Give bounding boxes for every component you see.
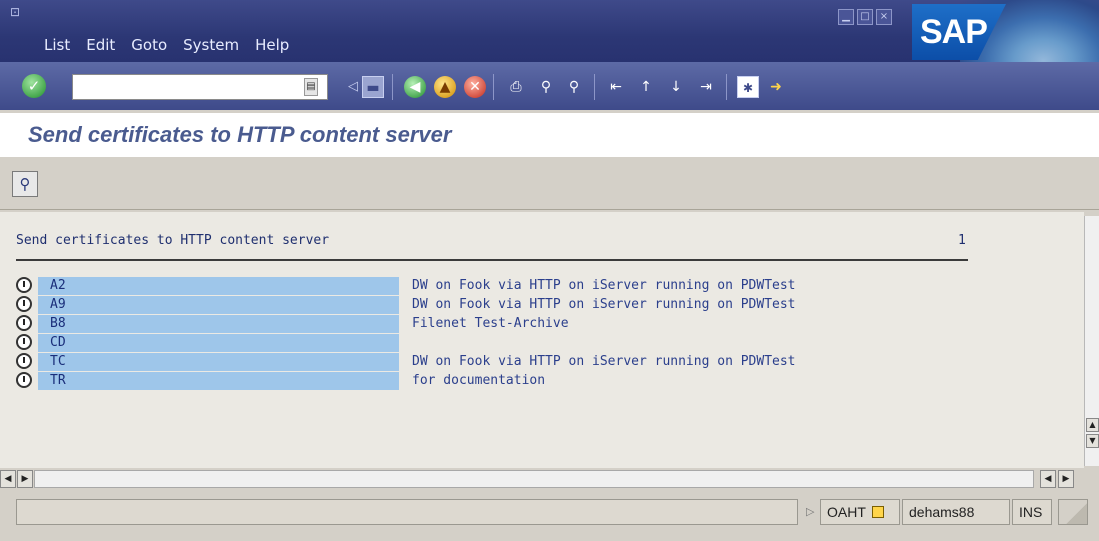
system-id: OAHT bbox=[827, 504, 866, 520]
next-page-icon[interactable]: ↓ bbox=[665, 76, 687, 98]
command-field[interactable] bbox=[72, 74, 328, 100]
repository-code[interactable]: TR bbox=[38, 372, 399, 390]
back-icon[interactable]: ◁ bbox=[342, 76, 364, 98]
shortcut-icon[interactable]: ➜ bbox=[765, 76, 787, 98]
status-message bbox=[16, 499, 798, 525]
previous-page-icon[interactable]: ↑ bbox=[635, 76, 657, 98]
scroll-right-icon[interactable]: ▶ bbox=[17, 470, 33, 488]
detail-icon[interactable]: ⚲ bbox=[12, 171, 38, 197]
repository-code[interactable]: TC bbox=[38, 353, 399, 371]
system-info[interactable]: OAHT bbox=[820, 499, 900, 525]
window-controls: ▁ □ × bbox=[838, 9, 892, 25]
new-session-icon[interactable]: ✱ bbox=[737, 76, 759, 98]
server-name: dehams88 bbox=[902, 499, 1010, 525]
menu: List Edit Goto System Help bbox=[44, 36, 289, 54]
list-item[interactable]: CD bbox=[16, 334, 976, 352]
scroll-right-icon-right[interactable]: ▶ bbox=[1058, 470, 1074, 488]
system-info-icon bbox=[871, 506, 884, 518]
repository-description: for documentation bbox=[412, 373, 546, 388]
toolbar-separator bbox=[493, 74, 494, 100]
menu-bar: ⊡ List Edit Goto System Help ▁ □ × SAP bbox=[0, 0, 1099, 110]
menu-item-edit[interactable]: Edit bbox=[86, 36, 115, 54]
close-icon[interactable]: × bbox=[876, 9, 892, 25]
list-item[interactable]: TC DW on Fook via HTTP on iServer runnin… bbox=[16, 353, 976, 371]
toolbar-separator bbox=[392, 74, 393, 100]
list-output: Send certificates to HTTP content server… bbox=[0, 212, 1084, 468]
ok-icon[interactable]: ✓ bbox=[22, 74, 46, 98]
clock-icon bbox=[16, 353, 32, 369]
page-number: 1 bbox=[958, 233, 966, 248]
repository-code[interactable]: B8 bbox=[38, 315, 399, 333]
menu-item-goto[interactable]: Goto bbox=[131, 36, 167, 54]
expand-status-icon[interactable]: ▷ bbox=[806, 505, 814, 518]
clock-icon bbox=[16, 277, 32, 293]
cancel-icon[interactable]: ✕ bbox=[464, 76, 486, 98]
repository-description: DW on Fook via HTTP on iServer running o… bbox=[412, 354, 796, 369]
sap-gui-window: ⊡ List Edit Goto System Help ▁ □ × SAP ✓… bbox=[0, 0, 1099, 541]
first-page-icon[interactable]: ⇤ bbox=[605, 76, 627, 98]
clock-icon bbox=[16, 315, 32, 331]
last-page-icon[interactable]: ⇥ bbox=[695, 76, 717, 98]
application-toolbar: ⚲ bbox=[0, 160, 1099, 210]
maximize-icon[interactable]: □ bbox=[857, 9, 873, 25]
insert-mode[interactable]: INS bbox=[1012, 499, 1052, 525]
window-menu-icon[interactable]: ⊡ bbox=[10, 6, 22, 18]
save-icon[interactable]: ▬ bbox=[362, 76, 384, 98]
clock-icon bbox=[16, 372, 32, 388]
header-divider bbox=[16, 259, 968, 261]
list-item[interactable]: A9 DW on Fook via HTTP on iServer runnin… bbox=[16, 296, 976, 314]
history-icon[interactable]: ▤ bbox=[304, 78, 318, 96]
repository-description: DW on Fook via HTTP on iServer running o… bbox=[412, 278, 796, 293]
exit-icon[interactable]: ▲ bbox=[434, 76, 456, 98]
toolbar-separator bbox=[594, 74, 595, 100]
title-area: Send certificates to HTTP content server bbox=[0, 113, 1099, 157]
find-next-icon[interactable]: ⚲ bbox=[563, 76, 585, 98]
clock-icon bbox=[16, 296, 32, 312]
repository-code[interactable]: A9 bbox=[38, 296, 399, 314]
horizontal-scrollbar[interactable] bbox=[34, 470, 1034, 488]
menu-item-list[interactable]: List bbox=[44, 36, 70, 54]
minimize-icon[interactable]: ▁ bbox=[838, 9, 854, 25]
clock-icon bbox=[16, 334, 32, 350]
repository-code[interactable]: A2 bbox=[38, 277, 399, 295]
vertical-scrollbar[interactable]: ▲ ▼ bbox=[1084, 216, 1099, 466]
menu-item-help[interactable]: Help bbox=[255, 36, 289, 54]
status-bar: ▷ OAHT dehams88 INS bbox=[0, 491, 1099, 541]
scroll-left-icon-right[interactable]: ◀ bbox=[1040, 470, 1056, 488]
repository-description: Filenet Test-Archive bbox=[412, 316, 569, 331]
repository-description: DW on Fook via HTTP on iServer running o… bbox=[412, 297, 796, 312]
list-header: Send certificates to HTTP content server bbox=[16, 233, 330, 248]
scroll-down-icon[interactable]: ▼ bbox=[1086, 434, 1099, 448]
page-title: Send certificates to HTTP content server bbox=[28, 122, 452, 147]
menu-item-system[interactable]: System bbox=[183, 36, 239, 54]
list-item[interactable]: A2 DW on Fook via HTTP on iServer runnin… bbox=[16, 277, 976, 295]
green-arrow-icon[interactable]: ◀ bbox=[404, 76, 426, 98]
print-icon[interactable]: ⎙ bbox=[505, 76, 527, 98]
list-item[interactable]: B8 Filenet Test-Archive bbox=[16, 315, 976, 333]
list-item[interactable]: TR for documentation bbox=[16, 372, 976, 390]
toolbar-separator bbox=[726, 74, 727, 100]
resize-grip[interactable] bbox=[1058, 499, 1088, 525]
repository-code[interactable]: CD bbox=[38, 334, 399, 352]
scroll-up-icon[interactable]: ▲ bbox=[1086, 418, 1099, 432]
find-icon[interactable]: ⚲ bbox=[535, 76, 557, 98]
scroll-left-icon[interactable]: ◀ bbox=[0, 470, 16, 488]
standard-toolbar: ✓ ▤ ◁ ▬ ◀ ▲ ✕ ⎙ ⚲ ⚲ ⇤ ↑ ↓ ⇥ ✱ ➜ bbox=[0, 62, 1099, 110]
